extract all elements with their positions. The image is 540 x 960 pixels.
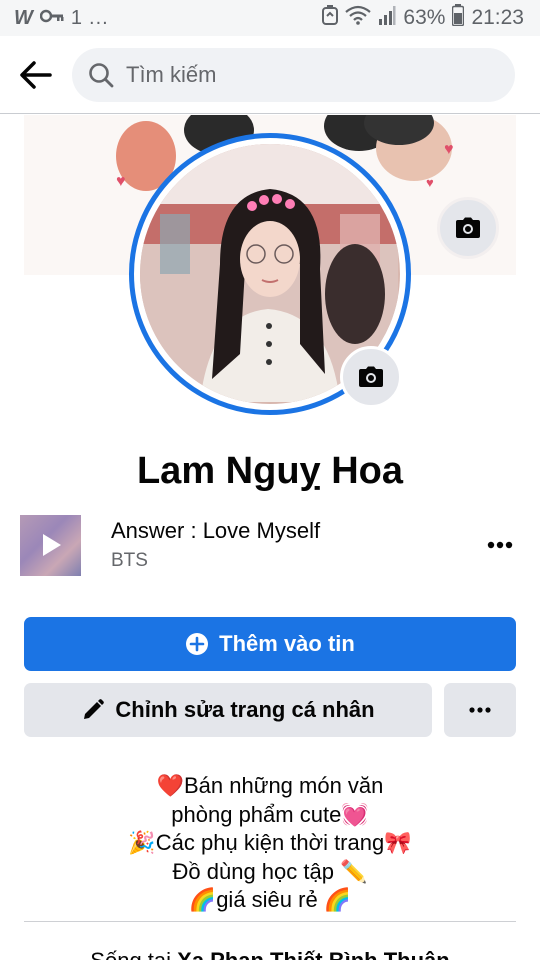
add-to-story-button[interactable]: Thêm vào tin: [24, 617, 516, 671]
song-title: Answer : Love Myself: [111, 518, 321, 543]
clock: 21:23: [471, 6, 524, 29]
bio-line: 🌈giá siêu rẻ 🌈: [188, 887, 352, 912]
signal-icon: [378, 5, 396, 31]
edit-cover-camera-button[interactable]: [437, 197, 499, 259]
add-to-story-label: Thêm vào tin: [219, 631, 355, 656]
heart-doodle-icon: ♥: [426, 175, 434, 190]
plus-circle-icon: [186, 633, 209, 655]
more-dots-icon: [469, 707, 491, 713]
section-divider: [24, 921, 516, 922]
bio-line: ❤️Bán những món văn: [156, 773, 384, 798]
whatsapp-icon: W: [14, 6, 33, 29]
search-bar[interactable]: [72, 47, 515, 102]
battery-percent: 63%: [403, 6, 446, 29]
app-header: [0, 36, 540, 114]
profile-music[interactable]: Answer : Love Myself BTS: [20, 512, 520, 578]
bio-line: 🎉Các phụ kiện thời trang🎀: [128, 830, 412, 855]
location-row[interactable]: Sống tại Xa Phan Thiết Bình Thuận: [0, 948, 540, 960]
battery-icon: [452, 4, 465, 32]
search-icon: [88, 61, 116, 89]
location-place[interactable]: Xa Phan Thiết Bình Thuận: [177, 948, 450, 960]
more-notifications-icon: ...: [89, 6, 109, 29]
status-bar: W 1 ... 63% 21:23: [0, 0, 540, 36]
bio-line: Đồ dùng học tập ✏️: [172, 858, 368, 884]
song-artist: BTS: [111, 550, 148, 571]
profile-name: Lam Nguỵ Hoa: [136, 450, 404, 492]
heart-doodle-icon: ♥: [444, 141, 454, 158]
key-icon: [39, 8, 64, 28]
edit-profile-label: Chỉnh sửa trang cá nhân: [115, 697, 375, 722]
wifi-icon: [345, 5, 372, 31]
profile-more-button[interactable]: [444, 683, 516, 737]
album-art[interactable]: [20, 514, 81, 576]
bio-line: phòng phẩm cute💓: [171, 801, 369, 827]
profile-bio: ❤️Bán những món văn phòng phẩm cute💓 🎉Cá…: [0, 772, 540, 915]
search-input[interactable]: [126, 61, 486, 88]
status-right-icons: 63% 21:23: [322, 4, 524, 32]
notification-one-icon: 1: [70, 6, 83, 29]
pencil-icon: [84, 699, 105, 719]
music-more-options-icon[interactable]: [480, 525, 520, 565]
heart-doodle-icon: ♥: [116, 173, 126, 190]
location-prefix: Sống tại: [90, 948, 177, 960]
music-info: Answer : Love Myself BTS: [111, 518, 480, 572]
alarm-icon: [322, 5, 339, 31]
edit-profile-button[interactable]: Chỉnh sửa trang cá nhân: [24, 683, 432, 737]
edit-avatar-camera-button[interactable]: [340, 346, 402, 408]
status-left-icons: W 1 ...: [14, 7, 109, 30]
play-icon: [42, 534, 61, 556]
camera-icon: [456, 217, 480, 238]
back-arrow-icon[interactable]: [0, 36, 72, 114]
camera-icon: [359, 366, 383, 387]
